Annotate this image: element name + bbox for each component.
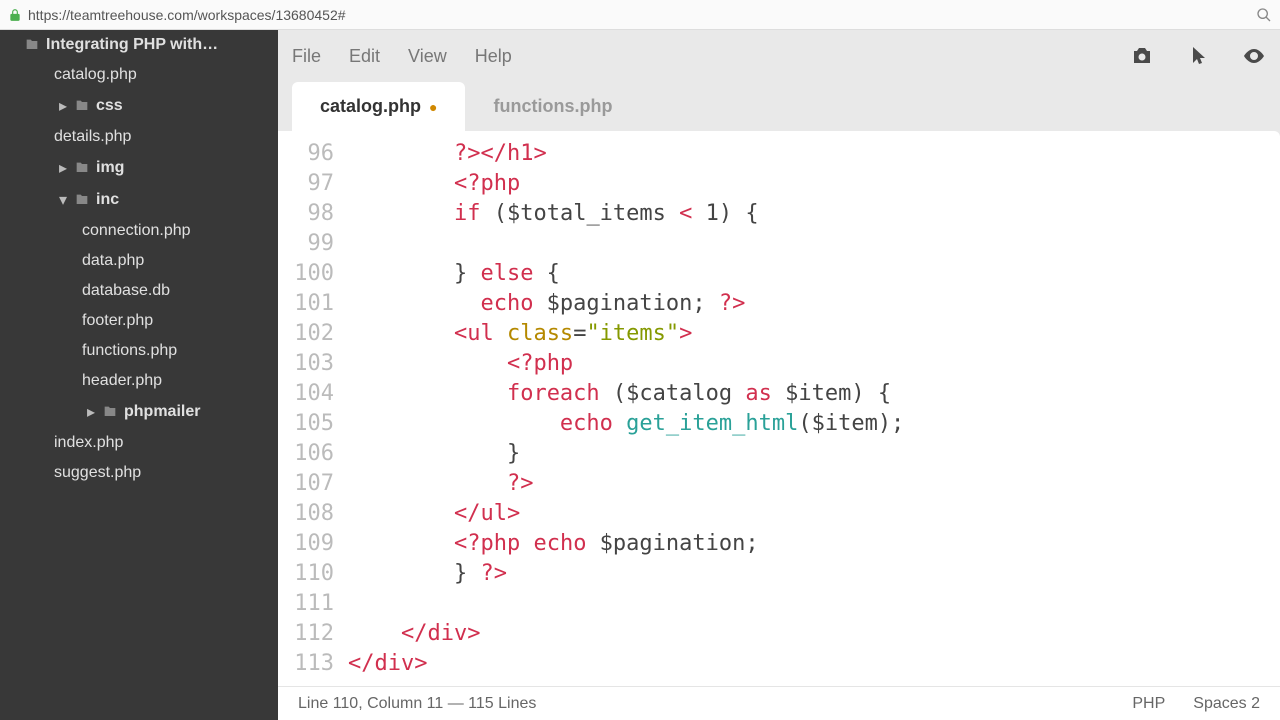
- menu-help[interactable]: Help: [475, 46, 512, 67]
- browser-address-bar: https://teamtreehouse.com/workspaces/136…: [0, 0, 1280, 30]
- sidebar-item-functions-php[interactable]: functions.php: [0, 336, 278, 366]
- sidebar-item-label: inc: [96, 191, 119, 209]
- sidebar-item-css[interactable]: ▸ css: [0, 90, 278, 122]
- sidebar-item-phpmailer[interactable]: ▸ phpmailer: [0, 396, 278, 428]
- chevron-right-icon: ▸: [54, 96, 72, 116]
- status-language[interactable]: PHP: [1132, 695, 1165, 713]
- folder-icon: [100, 404, 120, 420]
- code-editor[interactable]: 9697989910010110210310410510610710810911…: [278, 131, 1280, 686]
- sidebar-item-label: phpmailer: [124, 403, 200, 421]
- sidebar-item-catalog-php[interactable]: catalog.php: [0, 60, 278, 90]
- chevron-down-icon: ▾: [54, 190, 72, 210]
- status-position: Line 110, Column 11 — 115 Lines: [298, 695, 536, 713]
- sidebar-item-label: header.php: [82, 372, 162, 390]
- sidebar-item-label: data.php: [82, 252, 144, 270]
- chevron-right-icon: ▸: [54, 158, 72, 178]
- status-bar: Line 110, Column 11 — 115 Lines PHP Spac…: [278, 686, 1280, 720]
- sidebar-item-label: database.db: [82, 282, 170, 300]
- top-menu-bar: File Edit View Help: [278, 30, 1280, 82]
- magnify-icon[interactable]: [1256, 7, 1272, 23]
- menu-view[interactable]: View: [408, 46, 447, 67]
- sidebar-item-label: functions.php: [82, 342, 177, 360]
- sidebar-item-label: footer.php: [82, 312, 153, 330]
- sidebar-item-label: suggest.php: [54, 464, 141, 482]
- sidebar-item-details-php[interactable]: details.php: [0, 122, 278, 152]
- sidebar-item-data-php[interactable]: data.php: [0, 246, 278, 276]
- sidebar-item-inc[interactable]: ▾ inc: [0, 184, 278, 216]
- url-text[interactable]: https://teamtreehouse.com/workspaces/136…: [28, 7, 1256, 23]
- sidebar-item-label: connection.php: [82, 222, 191, 240]
- status-spaces[interactable]: Spaces 2: [1193, 695, 1260, 713]
- sidebar-item-connection-php[interactable]: connection.php: [0, 216, 278, 246]
- dirty-indicator-icon: ●: [429, 99, 437, 115]
- sidebar-root[interactable]: Integrating PHP with…: [0, 30, 278, 60]
- line-gutter: 9697989910010110210310410510610710810911…: [278, 131, 348, 686]
- sidebar-item-footer-php[interactable]: footer.php: [0, 306, 278, 336]
- sidebar-item-img[interactable]: ▸ img: [0, 152, 278, 184]
- sidebar-item-label: index.php: [54, 434, 123, 452]
- sidebar-item-label: catalog.php: [54, 66, 137, 84]
- tab-catalog-php[interactable]: catalog.php●: [292, 82, 465, 131]
- camera-icon[interactable]: [1130, 44, 1154, 68]
- sidebar-item-header-php[interactable]: header.php: [0, 366, 278, 396]
- sidebar-item-database-db[interactable]: database.db: [0, 276, 278, 306]
- tab-functions-php[interactable]: functions.php: [465, 82, 640, 131]
- menu-edit[interactable]: Edit: [349, 46, 380, 67]
- folder-icon: [72, 160, 92, 176]
- editor-tabs: catalog.php●functions.php: [278, 82, 1280, 131]
- sidebar-item-label: img: [96, 159, 124, 177]
- lock-icon: [8, 8, 22, 22]
- eye-icon[interactable]: [1242, 44, 1266, 68]
- sidebar-item-index-php[interactable]: index.php: [0, 428, 278, 458]
- main-panel: File Edit View Help catalog.php●function…: [278, 30, 1280, 720]
- sidebar-item-label: css: [96, 97, 123, 115]
- folder-icon: [72, 192, 92, 208]
- file-tree-sidebar: Integrating PHP with… catalog.php ▸ css det…: [0, 30, 278, 720]
- menu-file[interactable]: File: [292, 46, 321, 67]
- folder-icon: [72, 98, 92, 114]
- pointer-icon[interactable]: [1186, 44, 1210, 68]
- chevron-right-icon: ▸: [82, 402, 100, 422]
- sidebar-item-suggest-php[interactable]: suggest.php: [0, 458, 278, 488]
- code-content[interactable]: ?></h1> <?php if ($total_items < 1) { } …: [348, 131, 1280, 686]
- folder-icon: [22, 37, 42, 53]
- sidebar-item-label: details.php: [54, 128, 131, 146]
